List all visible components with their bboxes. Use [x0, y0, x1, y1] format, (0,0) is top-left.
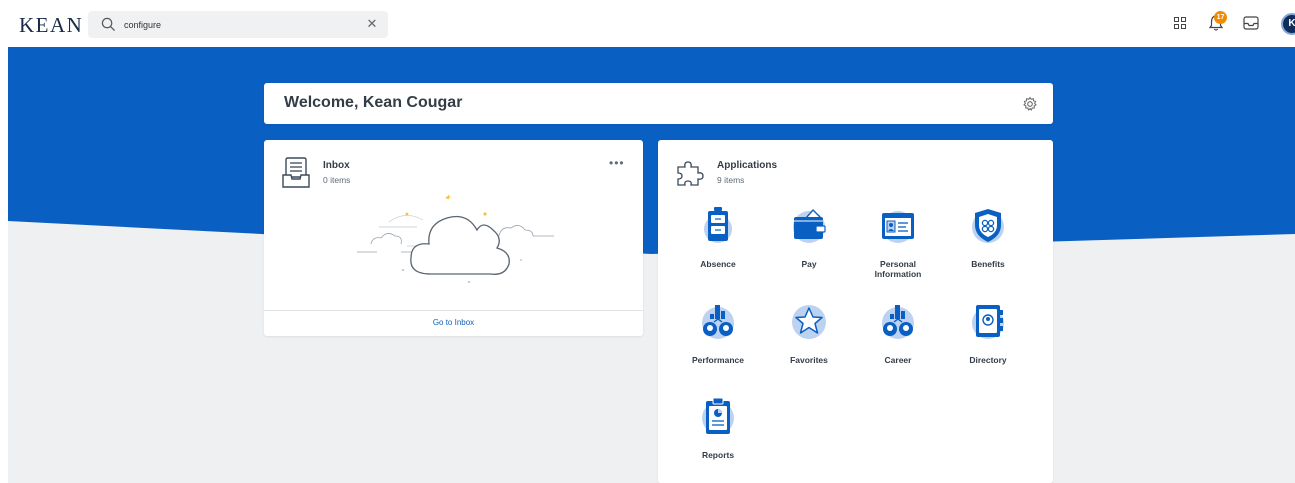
- app-personal-information[interactable]: Personal Information: [858, 205, 938, 279]
- top-bar: KEAN ✕ 17 K: [0, 0, 1295, 47]
- more-options-icon[interactable]: •••: [609, 156, 625, 170]
- inbox-tray-icon[interactable]: [1241, 13, 1261, 33]
- career-icon: [882, 305, 914, 339]
- app-benefits[interactable]: Benefits: [948, 205, 1028, 269]
- user-avatar[interactable]: K: [1281, 13, 1295, 35]
- kean-logo[interactable]: KEAN: [19, 13, 83, 38]
- welcome-title: Welcome, Kean Cougar: [284, 94, 463, 111]
- app-label: Personal Information: [874, 259, 922, 279]
- applications-card: Applications 9 items Absence Pay Persona…: [658, 140, 1053, 483]
- luggage-icon: [704, 207, 732, 243]
- wallet-icon: [793, 208, 826, 243]
- app-label: Benefits: [971, 259, 1005, 269]
- applications-count: 9 items: [717, 175, 745, 185]
- app-directory[interactable]: Directory: [948, 301, 1028, 365]
- app-reports[interactable]: Reports: [678, 396, 758, 460]
- welcome-banner: Welcome, Kean Cougar: [264, 83, 1053, 124]
- puzzle-icon: [677, 161, 704, 186]
- app-label: Pay: [801, 259, 817, 269]
- empty-cloud-illustration: [357, 194, 554, 283]
- app-favorites[interactable]: Favorites: [769, 301, 849, 365]
- app-pay[interactable]: Pay: [769, 205, 849, 269]
- app-label: Career: [884, 355, 912, 365]
- star-icon: [792, 305, 826, 339]
- gear-icon[interactable]: [1022, 96, 1038, 112]
- go-to-inbox-link[interactable]: Go to Inbox: [264, 310, 643, 336]
- app-absence[interactable]: Absence: [678, 205, 758, 269]
- notification-count-badge: 17: [1214, 11, 1227, 24]
- inbox-icon: [282, 157, 310, 188]
- app-label: Reports: [701, 450, 735, 460]
- inbox-title: Inbox: [323, 160, 350, 171]
- app-label: Absence: [700, 259, 736, 269]
- app-performance[interactable]: Performance: [678, 301, 758, 365]
- clipboard-icon: [702, 397, 734, 434]
- id-card-icon: [882, 211, 914, 243]
- app-label: Directory: [969, 355, 1007, 365]
- app-label: Favorites: [790, 355, 828, 365]
- app-career[interactable]: Career: [858, 301, 938, 365]
- inbox-count: 0 items: [323, 175, 351, 185]
- search-bar[interactable]: ✕: [88, 11, 388, 38]
- apps-grid-icon[interactable]: [1170, 13, 1190, 33]
- search-icon: [101, 17, 116, 32]
- clear-search-icon[interactable]: ✕: [365, 17, 379, 31]
- search-input[interactable]: [124, 15, 354, 34]
- app-label: Performance: [692, 355, 744, 365]
- applications-title: Applications: [717, 160, 778, 171]
- directory-icon: [972, 305, 1004, 339]
- shield-icon: [972, 209, 1004, 243]
- inbox-card: Inbox 0 items ••• Go to Inbox: [264, 140, 643, 336]
- performance-icon: [702, 305, 734, 339]
